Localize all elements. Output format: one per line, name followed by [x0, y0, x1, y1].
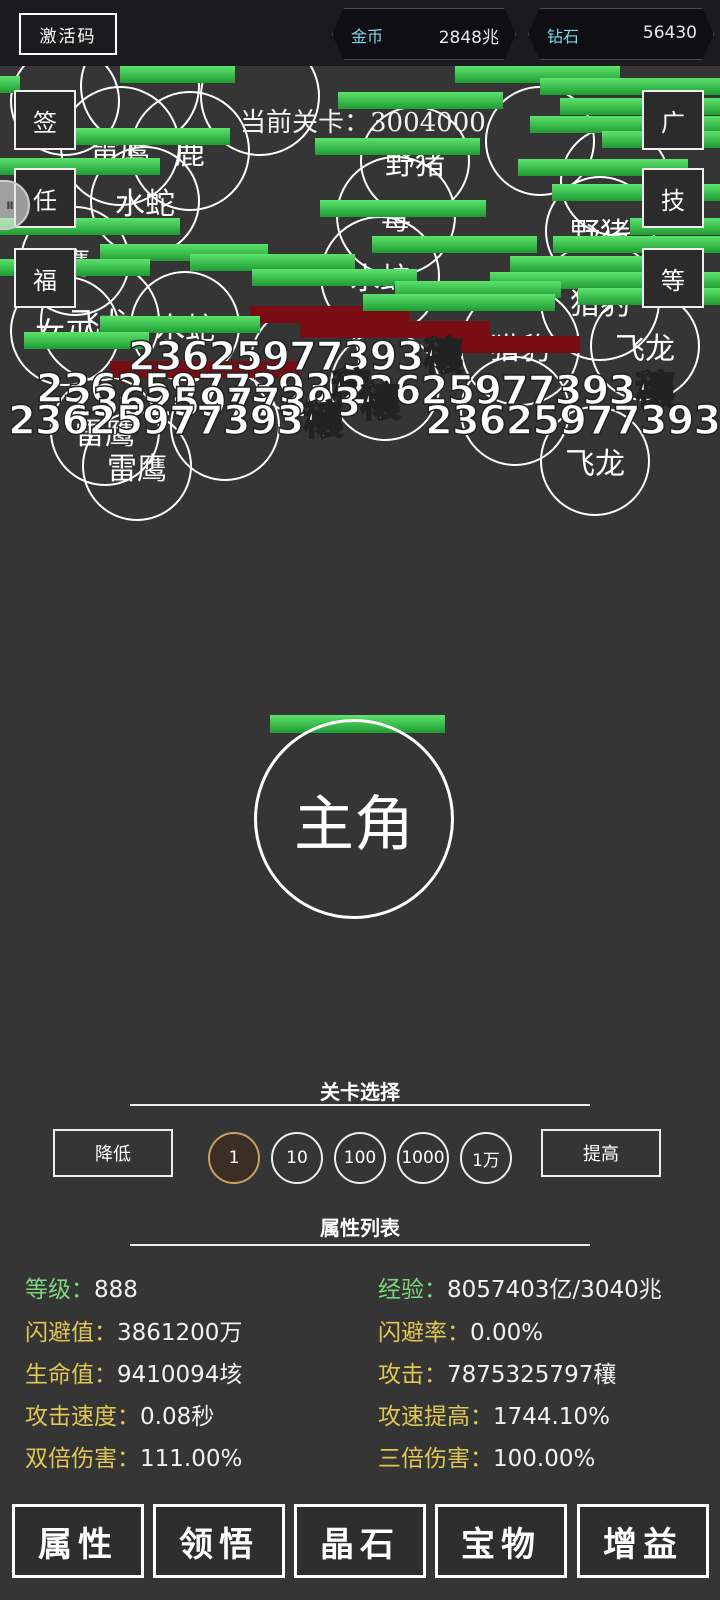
attr-level: 等级：888 — [25, 1277, 138, 1303]
attr-attack: 攻击：7875325797穰 — [378, 1362, 617, 1388]
level-button[interactable]: 等 — [642, 248, 704, 308]
enemy-hp-bar — [320, 200, 486, 217]
diamond-display: 钻石 56430 — [528, 8, 714, 60]
step-1000-button[interactable]: 1000 — [397, 1132, 449, 1184]
attribute-list-title: 属性列表 — [320, 1216, 400, 1240]
enemy-hp-bar — [363, 294, 555, 311]
lower-stage-button[interactable]: 降低 — [53, 1129, 173, 1177]
step-10-button[interactable]: 10 — [271, 1132, 323, 1184]
damage-number: 2362597739​3穰 — [424, 397, 720, 445]
sign-in-button[interactable]: 签 — [14, 90, 76, 150]
welfare-button[interactable]: 福 — [14, 248, 76, 308]
ad-button[interactable]: 广 — [642, 90, 704, 150]
gold-value: 2848兆 — [438, 28, 499, 48]
attr-attack-speed: 攻击速度：0.08秒 — [25, 1404, 215, 1430]
enemy-hp-bar — [120, 66, 235, 83]
divider — [130, 1104, 590, 1106]
attr-dodge-rate: 闪避率：0.00% — [378, 1320, 544, 1346]
gold-label: 金币 — [351, 27, 384, 46]
nav-attributes-button[interactable]: 属性 — [12, 1504, 144, 1578]
enemy-hp-bar — [70, 128, 230, 145]
attr-exp: 经验：8057403亿/3040兆 — [378, 1277, 662, 1303]
hero-character: 主角 — [254, 719, 454, 919]
step-100-button[interactable]: 100 — [334, 1132, 386, 1184]
battle-field: 雷鹰 鹿 水蛇 鹰 野猪 毒 水蛇 野猪 猎豹 飞龙 飞龙 女巫 水蛇 猎豹 雷… — [0, 66, 720, 1064]
gold-display: 金币 2848兆 — [332, 8, 516, 60]
nav-treasure-button[interactable]: 宝物 — [435, 1504, 567, 1578]
divider — [130, 1244, 590, 1246]
attr-attack-speed-bonus: 攻速提高：1744.10% — [378, 1404, 610, 1430]
step-1-button[interactable]: 1 — [208, 1132, 260, 1184]
enemy-hp-bar — [315, 138, 480, 155]
raise-stage-button[interactable]: 提高 — [541, 1129, 661, 1177]
step-10000-button[interactable]: 1万 — [460, 1132, 512, 1184]
attr-dodge-value: 闪避值：3861200万 — [25, 1320, 243, 1346]
attr-triple-damage: 三倍伤害：100.00% — [378, 1446, 596, 1472]
enemy-hp-bar — [372, 236, 537, 253]
nav-crystal-button[interactable]: 晶石 — [294, 1504, 426, 1578]
top-bar: 激活码 金币 2848兆 钻石 56430 — [0, 0, 720, 66]
enemy-hp-bar — [252, 269, 417, 286]
attr-hp: 生命值：9410094垓 — [25, 1362, 243, 1388]
nav-comprehension-button[interactable]: 领悟 — [153, 1504, 285, 1578]
activation-code-button[interactable]: 激活码 — [19, 13, 117, 55]
enemy-hp-bar-damaged — [460, 336, 580, 353]
damage-number: 2362597739​3穰 — [7, 397, 344, 445]
current-stage-label: 当前关卡：3004000 — [240, 108, 486, 138]
attr-double-damage: 双倍伤害：111.00% — [25, 1446, 243, 1472]
skill-button[interactable]: 技 — [642, 168, 704, 228]
diamond-value: 56430 — [642, 23, 697, 43]
diamond-label: 钻石 — [547, 27, 580, 46]
nav-buff-button[interactable]: 增益 — [577, 1504, 709, 1578]
stage-select-title: 关卡选择 — [320, 1080, 400, 1104]
